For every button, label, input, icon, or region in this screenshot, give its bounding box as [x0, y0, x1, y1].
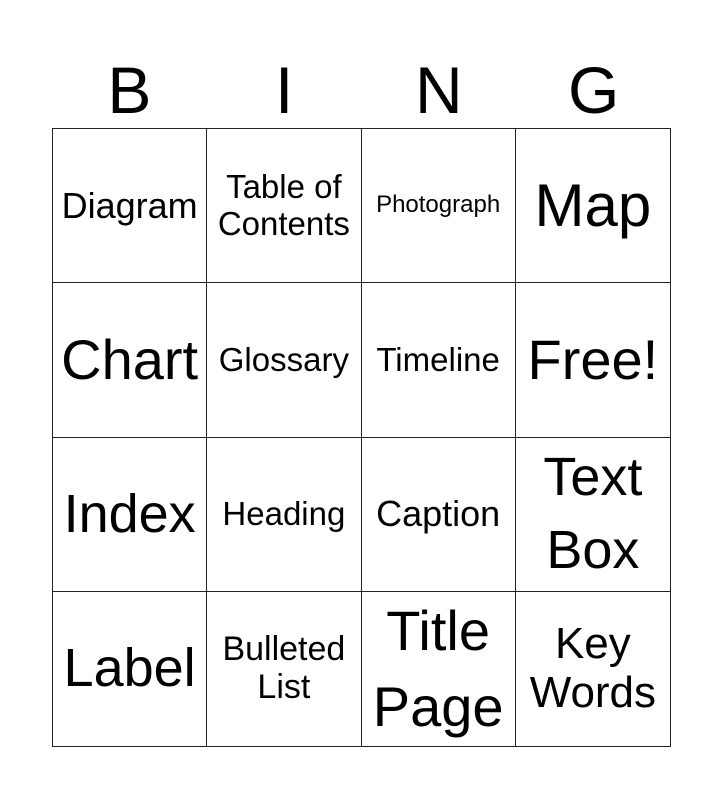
cell-text: Map	[534, 171, 652, 239]
bingo-cell[interactable]: Title Page	[362, 591, 516, 746]
cell-text: Heading	[222, 494, 346, 532]
cell-text: Text Box	[543, 447, 643, 581]
cell-text: Label	[63, 638, 196, 699]
bingo-cell[interactable]: Table of Contents	[207, 129, 362, 284]
bingo-cell[interactable]: Text Box	[515, 438, 670, 592]
bingo-cell[interactable]: Label	[53, 591, 208, 746]
bingo-cell[interactable]: Glossary	[207, 283, 362, 438]
bingo-cell[interactable]: Map	[515, 129, 670, 284]
header-letter-g: G	[567, 53, 620, 127]
free-space-cell[interactable]: Free!	[515, 283, 670, 438]
bingo-cell[interactable]: Diagram	[53, 129, 208, 284]
cell-text: Caption	[376, 493, 501, 535]
cell-text: Diagram	[61, 184, 198, 226]
cell-text: Photograph	[376, 191, 501, 219]
cell-text: Bulleted List	[222, 630, 346, 706]
cell-text: Free!	[527, 328, 659, 392]
bingo-header: B I N G	[52, 52, 671, 128]
bingo-cell[interactable]: Photograph	[361, 129, 516, 284]
bingo-cell[interactable]: Caption	[361, 437, 516, 592]
cell-text: Key Words	[529, 619, 657, 717]
bingo-cell[interactable]: Chart	[53, 283, 208, 438]
bingo-cell[interactable]: Key Words	[516, 592, 670, 746]
bingo-cell[interactable]: Index	[53, 437, 208, 592]
header-letter-b: B	[107, 53, 152, 127]
bingo-cell[interactable]: Heading	[207, 437, 362, 592]
bingo-cell[interactable]: Timeline	[361, 283, 516, 438]
cell-text: Glossary	[218, 340, 349, 378]
cell-text: Timeline	[376, 340, 500, 378]
bingo-grid: Diagram Table of Contents Photograph Map…	[52, 128, 671, 747]
cell-text: Chart	[61, 328, 199, 392]
header-letter-n: N	[415, 53, 463, 127]
header-letter-i: I	[274, 53, 294, 127]
cell-text: Index	[63, 483, 196, 544]
cell-text: Table of Contents	[217, 168, 350, 242]
cell-text: Title Page	[372, 599, 504, 738]
bingo-cell[interactable]: Bulleted List	[207, 591, 362, 746]
